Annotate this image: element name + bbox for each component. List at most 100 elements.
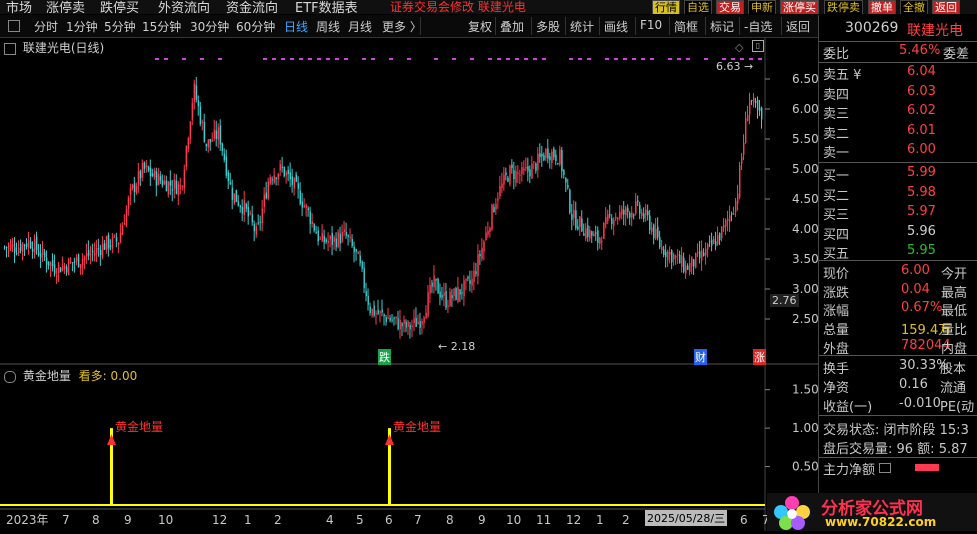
tool-divider bbox=[635, 17, 636, 35]
candle-body bbox=[159, 176, 162, 181]
ask-price[interactable]: 6.03 bbox=[907, 84, 936, 99]
tool-button-3[interactable]: 统计 bbox=[570, 18, 594, 35]
quick-button-5[interactable]: 跌停卖 bbox=[824, 0, 863, 14]
quick-button-8[interactable]: 返回 bbox=[932, 0, 960, 14]
ma-dot bbox=[704, 58, 708, 60]
candle-body bbox=[263, 194, 266, 207]
tool-button-6[interactable]: 简框 bbox=[674, 18, 698, 35]
candle-body bbox=[295, 174, 298, 182]
diamond-icon[interactable]: ◇ bbox=[735, 41, 743, 54]
tool-button-4[interactable]: 画线 bbox=[604, 18, 628, 35]
ma-dot bbox=[434, 58, 438, 60]
tool-button-7[interactable]: 标记 bbox=[710, 18, 734, 35]
candle-body bbox=[551, 151, 553, 163]
kline-chart[interactable]: 6.506.005.505.004.504.003.503.002.50 1.5… bbox=[0, 37, 819, 531]
date-label: 2 bbox=[622, 513, 630, 527]
tool-button-8[interactable]: -自选 bbox=[744, 18, 772, 35]
quick-button-1[interactable]: 自选 bbox=[684, 0, 712, 14]
tool-divider bbox=[739, 17, 740, 35]
date-label: 7 bbox=[62, 513, 70, 527]
candle-body bbox=[495, 203, 497, 210]
tool-button-0[interactable]: 复权 bbox=[468, 18, 492, 35]
menu-market[interactable]: 市场 bbox=[6, 0, 32, 14]
signal-arrow-icon bbox=[385, 434, 394, 446]
menu-etf-data[interactable]: ETF数据表 bbox=[295, 0, 358, 14]
quick-button-2[interactable]: 交易 bbox=[716, 0, 744, 14]
marker-fall[interactable]: 跌 bbox=[378, 349, 391, 365]
period-tab-9[interactable]: 更多 〉 bbox=[382, 18, 422, 35]
period-tab-7[interactable]: 周线 bbox=[316, 18, 340, 35]
candle-body bbox=[291, 176, 294, 186]
collapse-icon[interactable]: ▯ bbox=[752, 40, 764, 52]
marker-rise[interactable]: 涨 bbox=[753, 349, 766, 365]
menu-limit-up-sell[interactable]: 涨停卖 bbox=[46, 0, 85, 14]
date-label: 8 bbox=[446, 513, 454, 527]
fund-flow-icon[interactable] bbox=[879, 463, 891, 473]
ask-price[interactable]: 6.01 bbox=[907, 123, 936, 138]
bid-price[interactable]: 5.98 bbox=[907, 185, 936, 200]
quick-button-0[interactable]: 行情 bbox=[652, 0, 680, 14]
period-tab-6[interactable]: 日线 bbox=[284, 18, 308, 35]
candle-body bbox=[537, 153, 539, 170]
period-tab-3[interactable]: 15分钟 bbox=[142, 18, 181, 35]
tool-button-1[interactable]: 叠加 bbox=[500, 18, 524, 35]
bid-label: 买三 bbox=[823, 208, 850, 223]
tool-button-9[interactable]: 返回 bbox=[786, 18, 810, 35]
quick-button-7[interactable]: 全撤 bbox=[900, 0, 928, 14]
period-tab-2[interactable]: 5分钟 bbox=[104, 18, 136, 35]
bid-price[interactable]: 5.97 bbox=[907, 204, 936, 219]
bid-price[interactable]: 5.99 bbox=[907, 165, 936, 180]
tool-button-2[interactable]: 多股 bbox=[536, 18, 560, 35]
ma-dot bbox=[200, 58, 204, 60]
candle-body bbox=[751, 100, 753, 102]
candle-body bbox=[629, 212, 631, 218]
tool-button-5[interactable]: F10 bbox=[640, 18, 662, 32]
toolbar-menu-icon[interactable] bbox=[8, 20, 20, 32]
period-tab-0[interactable]: 分时 bbox=[34, 18, 58, 35]
date-label: 5 bbox=[356, 513, 364, 527]
period-tab-8[interactable]: 月线 bbox=[348, 18, 372, 35]
candle-body bbox=[113, 235, 116, 237]
candle-body bbox=[241, 206, 244, 214]
ask-price[interactable]: 6.04 bbox=[907, 64, 936, 79]
period-tab-5[interactable]: 60分钟 bbox=[236, 18, 275, 35]
quick-button-4[interactable]: 涨停买 bbox=[780, 0, 819, 14]
ma-line bbox=[155, 58, 762, 60]
quick-button-6[interactable]: 撤单 bbox=[868, 0, 896, 14]
candle-body bbox=[465, 278, 467, 281]
fund-flow-row[interactable]: 主力净额 bbox=[819, 458, 977, 478]
candle-body bbox=[271, 179, 274, 181]
candle-body bbox=[59, 267, 62, 273]
candle-body bbox=[577, 226, 579, 230]
candle-body bbox=[529, 169, 531, 177]
ma-dot bbox=[272, 58, 276, 60]
candle-body bbox=[311, 221, 313, 224]
candle-body bbox=[483, 241, 485, 252]
chart-menu-icon[interactable] bbox=[4, 42, 16, 55]
quick-button-3[interactable]: 申新 bbox=[748, 0, 776, 14]
candle-body bbox=[623, 209, 625, 215]
candle-body bbox=[647, 210, 649, 216]
candle-body bbox=[713, 238, 715, 245]
subchart-menu-icon[interactable] bbox=[4, 370, 16, 383]
menu-limit-down-buy[interactable]: 跌停买 bbox=[100, 0, 139, 14]
candle-body bbox=[561, 150, 563, 172]
notice-ticker[interactable]: 证券交易会修改 联建光电 bbox=[390, 0, 526, 14]
ask-price[interactable]: 6.02 bbox=[907, 103, 936, 118]
menu-foreign-flow[interactable]: 外资流向 bbox=[158, 0, 210, 14]
candle-body bbox=[161, 180, 164, 186]
marker-finance[interactable]: 财 bbox=[694, 349, 707, 365]
quote-extra: 内盘 bbox=[941, 341, 968, 357]
bid-price[interactable]: 5.96 bbox=[907, 224, 936, 239]
candle-body bbox=[49, 262, 52, 267]
period-tab-4[interactable]: 30分钟 bbox=[190, 18, 229, 35]
quote-extra: 量比 bbox=[941, 323, 968, 339]
chart-area[interactable]: 6.50 6.00 5.50 5.00 4.50 4.00 3.50 3.00 2.50 1.5… bbox=[0, 37, 819, 531]
candle-body bbox=[9, 244, 12, 249]
period-tab-1[interactable]: 1分钟 bbox=[66, 18, 98, 35]
ask-price[interactable]: 6.00 bbox=[907, 142, 936, 157]
menu-fund-flow[interactable]: 资金流向 bbox=[226, 0, 278, 14]
candle-body bbox=[13, 247, 16, 253]
candle-body bbox=[179, 185, 182, 187]
bid-price[interactable]: 5.95 bbox=[907, 243, 936, 258]
